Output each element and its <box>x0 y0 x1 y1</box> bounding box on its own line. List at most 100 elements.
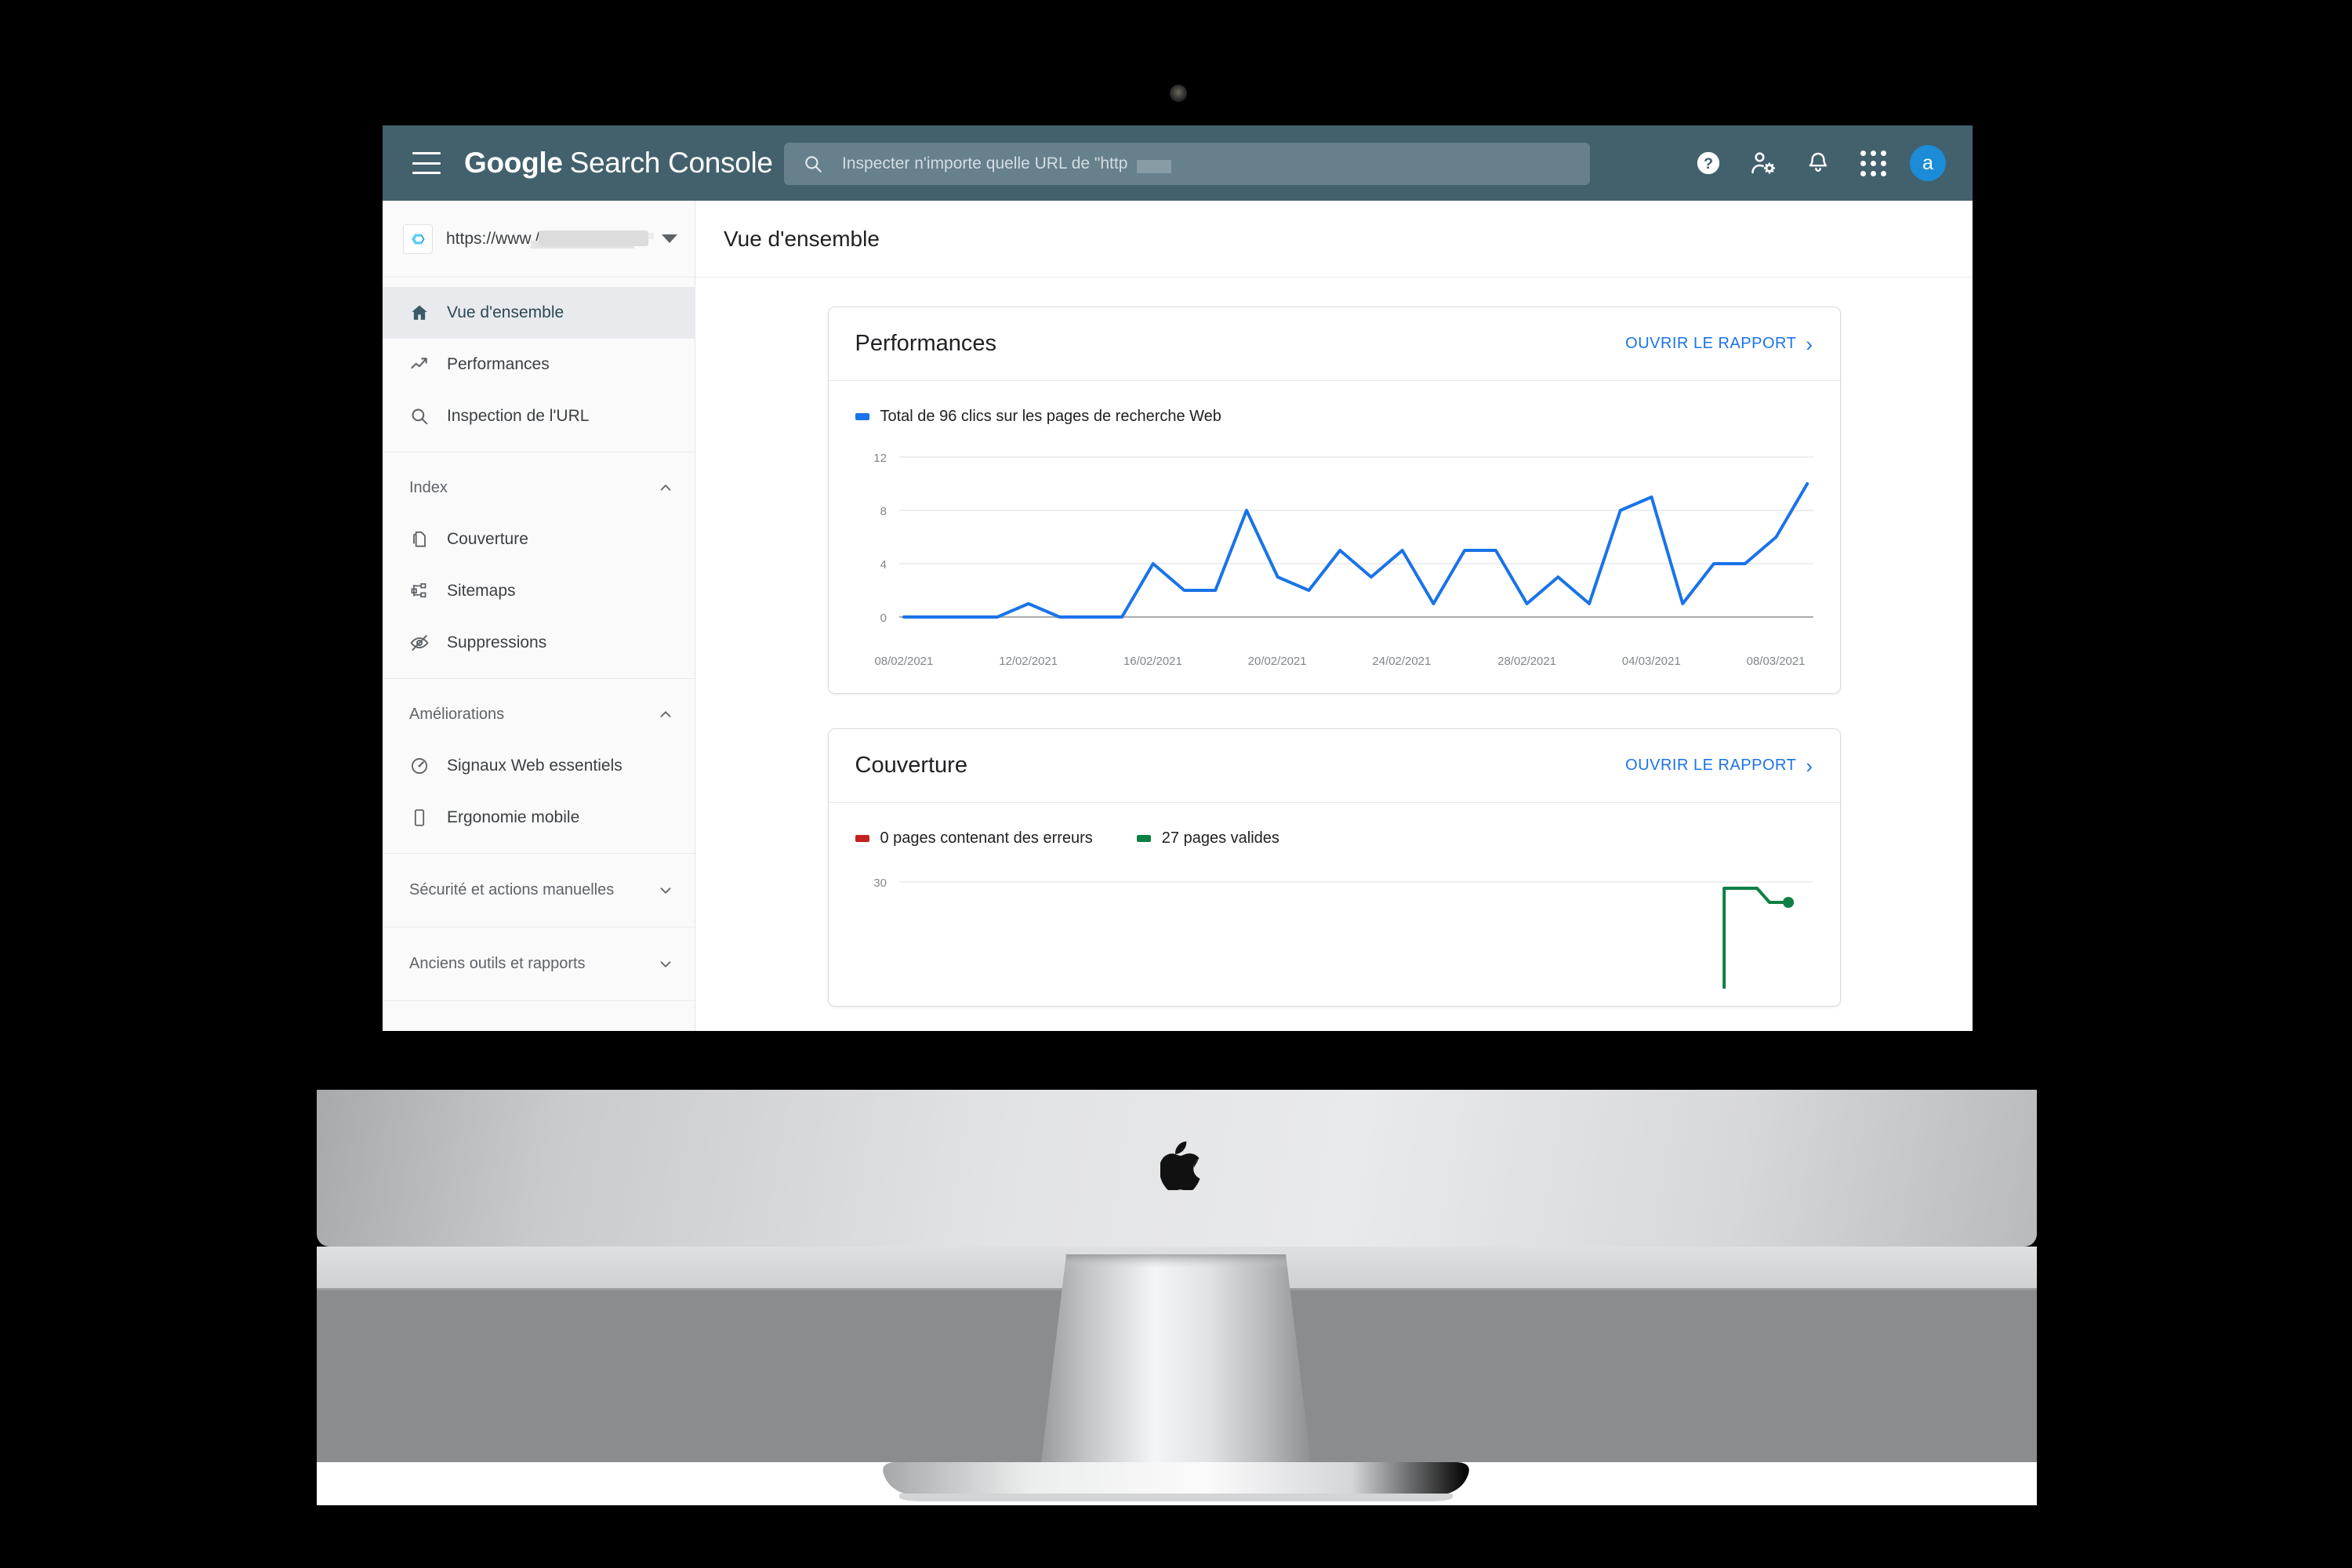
background-mask-bottom <box>0 1505 2352 1568</box>
eye-off-icon <box>409 633 436 653</box>
sidebar-item-label: Vue d'ensemble <box>447 303 564 321</box>
card-body: Total de 96 clics sur les pages de reche… <box>829 381 1840 693</box>
redacted-property-block <box>539 230 648 246</box>
card-title: Performances <box>855 331 997 356</box>
svg-text:04/03/2021: 04/03/2021 <box>1621 655 1680 668</box>
open-report-label: OUVRIR LE RAPPORT <box>1625 335 1797 352</box>
couverture-chart[interactable]: 30 <box>855 871 1813 989</box>
sidebar-item-label: Signaux Web essentiels <box>447 757 622 775</box>
property-selector[interactable]: https://www.//wwe <box>383 201 695 278</box>
sidebar-group-header-index[interactable]: Index <box>383 462 695 514</box>
brand-google-text: Google <box>464 147 563 179</box>
imac-stand-foot <box>883 1462 1469 1501</box>
screenshot-stage: Google Search Console Inspecter n'import… <box>0 0 2352 1568</box>
performances-chart-svg: 12 8 4 0 <box>873 452 1813 625</box>
user-settings-icon[interactable] <box>1739 139 1788 187</box>
sidebar-item-signaux-web-essentiels[interactable]: Signaux Web essentiels <box>383 740 695 792</box>
svg-text:20/02/2021: 20/02/2021 <box>1247 655 1306 668</box>
apple-logo <box>1160 1142 1200 1190</box>
trending-up-icon <box>409 354 436 375</box>
sidebar-item-ergonomie-mobile[interactable]: Ergonomie mobile <box>383 792 695 844</box>
svg-text:30: 30 <box>873 877 887 890</box>
performances-card: Performances OUVRIR LE RAPPORT › Total d… <box>827 307 1841 694</box>
sidebar-group-label: Index <box>409 478 448 496</box>
open-report-link-couverture[interactable]: OUVRIR LE RAPPORT › <box>1625 756 1813 776</box>
svg-text:08/02/2021: 08/02/2021 <box>874 655 933 668</box>
card-body: 0 pages contenant des erreurs 27 pages v… <box>829 803 1840 1006</box>
svg-text:08/03/2021: 08/03/2021 <box>1746 655 1805 668</box>
sidebar-item-suppressions[interactable]: Suppressions <box>383 617 695 669</box>
apps-grid-icon[interactable] <box>1849 139 1897 187</box>
redacted-url-block <box>1137 159 1172 173</box>
svg-text:12: 12 <box>873 452 887 465</box>
performances-chart[interactable]: 12 8 4 0 08/02/2021 12/02/2021 16/02/202 <box>855 449 1813 676</box>
legend-label: 27 pages valides <box>1161 829 1279 847</box>
monitor-screen: Google Search Console Inspecter n'import… <box>383 125 1973 1031</box>
sidebar-index-group: Index Couverture Sitemaps Suppressions <box>383 452 695 679</box>
url-inspection-search[interactable]: Inspecter n'importe quelle URL de "http <box>784 143 1590 185</box>
chevron-right-icon: › <box>1806 332 1813 356</box>
open-report-link-performances[interactable]: OUVRIR LE RAPPORT › <box>1625 334 1813 354</box>
property-url: https://www.//wwe <box>446 230 654 249</box>
sidebar-item-label: Ergonomie mobile <box>447 808 580 826</box>
chevron-down-icon[interactable] <box>657 956 674 973</box>
legend-label: 0 pages contenant des erreurs <box>880 829 1093 847</box>
card-title: Couverture <box>855 753 967 778</box>
sidebar-group-header-ameliorations[interactable]: Améliorations <box>383 688 695 740</box>
sidebar-improvements-group: Améliorations Signaux Web essentiels Erg… <box>383 679 695 854</box>
svg-text:12/02/2021: 12/02/2021 <box>999 655 1058 668</box>
hamburger-icon[interactable] <box>412 152 441 174</box>
sidebar-item-label: Sitemaps <box>447 582 516 600</box>
sidebar-item-couverture[interactable]: Couverture <box>383 514 695 565</box>
chevron-down-icon[interactable] <box>657 882 674 899</box>
open-report-label: OUVRIR LE RAPPORT <box>1625 757 1797 774</box>
sidebar-item-inspection-url[interactable]: Inspection de l'URL <box>383 390 695 442</box>
sidebar-group-label: Améliorations <box>409 705 505 723</box>
avatar[interactable]: a <box>1910 145 1946 181</box>
legend-label: Total de 96 clics sur les pages de reche… <box>880 408 1221 425</box>
background-mask-right <box>2037 1090 2352 1568</box>
help-icon[interactable]: ? <box>1684 139 1733 187</box>
speedometer-icon <box>409 756 436 776</box>
legend-swatch <box>855 413 869 420</box>
imac-stand <box>1041 1254 1311 1462</box>
sidebar-item-performances[interactable]: Performances <box>383 339 695 390</box>
legend-swatch <box>1136 835 1151 842</box>
performances-x-axis: 08/02/2021 12/02/2021 16/02/2021 20/02/2… <box>874 655 1805 668</box>
sitemap-icon <box>409 581 436 601</box>
svg-text:4: 4 <box>880 558 886 572</box>
couverture-legend: 0 pages contenant des erreurs 27 pages v… <box>855 829 1813 848</box>
sidebar-item-sitemaps[interactable]: Sitemaps <box>383 565 695 617</box>
page-header: Vue d'ensemble <box>695 201 1973 278</box>
couverture-chart-svg: 30 <box>873 877 1813 989</box>
svg-text:0: 0 <box>880 612 886 625</box>
legend-item-valides[interactable]: 27 pages valides <box>1136 829 1279 848</box>
chevron-up-icon[interactable] <box>657 706 674 723</box>
search-icon <box>409 406 436 426</box>
legend-item-clics[interactable]: Total de 96 clics sur les pages de reche… <box>855 408 1221 426</box>
chevron-up-icon[interactable] <box>657 479 674 496</box>
sidebar: https://www.//wwe Vue d'ensemble Perform… <box>383 201 695 1031</box>
sidebar-section-securite[interactable]: Sécurité et actions manuelles <box>383 854 695 927</box>
search-icon <box>803 154 823 174</box>
brand-logo: Google Search Console <box>464 147 773 180</box>
home-icon <box>409 303 436 323</box>
sidebar-item-label: Suppressions <box>447 633 547 652</box>
sidebar-section-anciens-outils[interactable]: Anciens outils et rapports <box>383 927 695 1001</box>
card-header: Couverture OUVRIR LE RAPPORT › <box>828 729 1840 803</box>
sidebar-item-vue-densemble[interactable]: Vue d'ensemble <box>383 287 695 339</box>
chevron-right-icon: › <box>1806 753 1813 778</box>
svg-text:?: ? <box>1704 155 1713 172</box>
notifications-bell-icon[interactable] <box>1794 139 1842 187</box>
svg-text:16/02/2021: 16/02/2021 <box>1123 655 1181 668</box>
brand-product-text: Search Console <box>569 147 773 179</box>
camera-dot <box>1170 85 1187 102</box>
chevron-down-icon[interactable] <box>662 234 677 243</box>
content-body: Performances OUVRIR LE RAPPORT › Total d… <box>695 278 1973 1031</box>
sidebar-section-label: Sécurité et actions manuelles <box>409 881 615 898</box>
sidebar-primary-group: Vue d'ensemble Performances Inspection d… <box>383 278 695 452</box>
property-logo-c-icon <box>403 223 433 254</box>
legend-item-erreurs[interactable]: 0 pages contenant des erreurs <box>855 829 1093 848</box>
mobile-phone-icon <box>409 808 436 828</box>
card-header: Performances OUVRIR LE RAPPORT › <box>828 307 1840 381</box>
